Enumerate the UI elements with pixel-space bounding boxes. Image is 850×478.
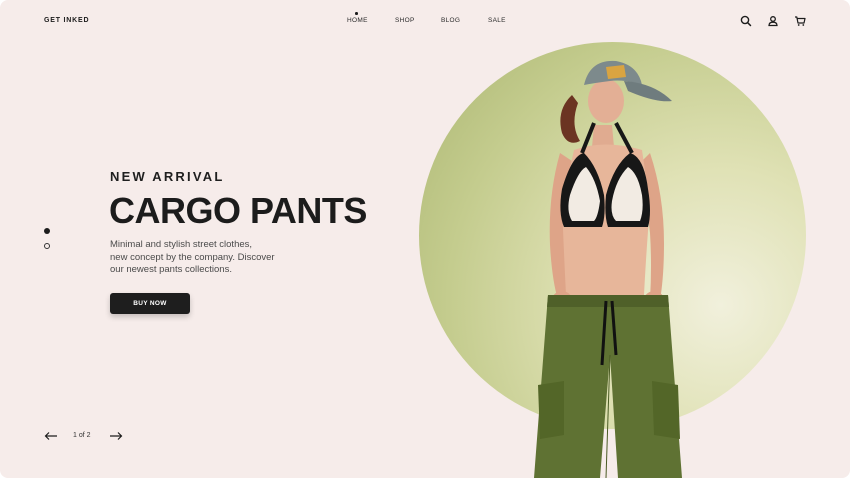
description-line: new concept by the company. Discover [110, 251, 275, 263]
cart-icon[interactable] [793, 14, 807, 28]
hero-description: Minimal and stylish street clothes, new … [110, 239, 310, 277]
nav-active-indicator [355, 12, 358, 15]
slide-dot-1[interactable] [44, 228, 50, 234]
description-line: our newest pants collections. [110, 264, 232, 275]
search-icon[interactable] [739, 14, 753, 28]
slide-counter: 1 of 2 [73, 432, 91, 439]
nav-sale[interactable]: SALE [488, 17, 506, 24]
hero-title: CARGO PANTS [109, 190, 367, 231]
hero-eyebrow: NEW ARRIVAL [110, 169, 225, 184]
slide-dot-2[interactable] [44, 243, 50, 249]
user-icon[interactable] [766, 14, 780, 28]
description-line: Minimal and stylish street clothes, [110, 239, 253, 250]
arrow-left-icon[interactable] [44, 431, 58, 441]
nav-shop[interactable]: SHOP [395, 17, 415, 24]
buy-now-button[interactable]: BUY NOW [110, 293, 190, 314]
model-image [520, 55, 690, 478]
hero-page: GET INKED HOME SHOP BLOG SALE NEW ARRIVA… [0, 0, 850, 478]
main-nav: HOME SHOP BLOG SALE [0, 17, 850, 27]
nav-blog[interactable]: BLOG [441, 17, 460, 24]
nav-home[interactable]: HOME [347, 17, 368, 24]
arrow-right-icon[interactable] [109, 431, 123, 441]
